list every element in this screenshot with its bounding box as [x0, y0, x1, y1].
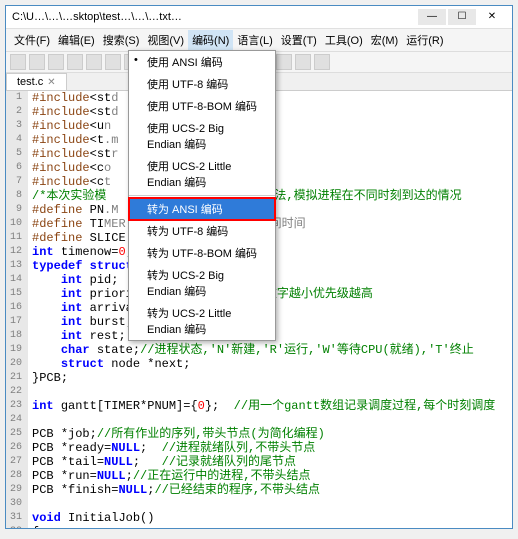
menu-item-label: 使用 ANSI 编码	[147, 57, 223, 69]
line-number: 12	[10, 245, 22, 259]
code-line[interactable]: char state;//进程状态,'N'新建,'R'运行,'W'等待CPU(就…	[32, 343, 512, 357]
code-line[interactable]: int gantt[TIMER*PNUM]={0}; //用一个gantt数组记…	[32, 399, 512, 413]
line-number: 10	[10, 217, 22, 231]
line-number: 22	[10, 385, 22, 399]
encoding-menu-item[interactable]: 转为 UCS-2 Big Endian 编码	[129, 264, 275, 302]
encoding-menu-item[interactable]: 使用 UCS-2 Little Endian 编码	[129, 155, 275, 193]
menu-item[interactable]: 编码(N)	[188, 30, 233, 50]
line-number: 15	[10, 287, 22, 301]
line-number: 4	[10, 133, 22, 147]
menu-item[interactable]: 宏(M)	[367, 30, 403, 50]
menu-item-label: 转为 UTF-8-BOM 编码	[147, 248, 257, 260]
line-number: 6	[10, 161, 22, 175]
menu-item[interactable]: 搜索(S)	[99, 30, 144, 50]
save-all-icon[interactable]	[67, 54, 83, 70]
encoding-menu-item[interactable]: 使用 UTF-8 编码	[129, 73, 275, 95]
encoding-menu-item[interactable]: 转为 UTF-8 编码	[129, 220, 275, 242]
save-icon[interactable]	[48, 54, 64, 70]
menu-item-label: 使用 UCS-2 Little Endian 编码	[147, 161, 231, 189]
line-number: 27	[10, 455, 22, 469]
menu-item[interactable]: 视图(V)	[143, 30, 188, 50]
macro-icon[interactable]	[276, 54, 292, 70]
code-line[interactable]: PCB *job;//所有作业的序列,带头节点(为简化编程)	[32, 427, 512, 441]
cut-icon[interactable]	[86, 54, 102, 70]
line-number: 8	[10, 189, 22, 203]
code-line[interactable]: {	[32, 525, 512, 528]
menu-item-label: 转为 ANSI 编码	[147, 204, 223, 216]
menu-item-label: 转为 UTF-8 编码	[147, 226, 228, 238]
line-number: 3	[10, 119, 22, 133]
line-number: 32	[10, 525, 22, 528]
line-number: 7	[10, 175, 22, 189]
code-line[interactable]: PCB *run=NULL;//正在运行中的进程,不带头结点	[32, 469, 512, 483]
menu-item[interactable]: 运行(R)	[402, 30, 447, 50]
code-line[interactable]: PCB *finish=NULL;//已经结束的程序,不带头结点	[32, 483, 512, 497]
close-button[interactable]: ✕	[478, 9, 506, 25]
line-number: 30	[10, 497, 22, 511]
menu-item[interactable]: 文件(F)	[10, 30, 54, 50]
code-line[interactable]	[32, 385, 512, 399]
menu-item[interactable]: 工具(O)	[321, 30, 367, 50]
code-line[interactable]: PCB *ready=NULL; //进程就绪队列,不带头节点	[32, 441, 512, 455]
menu-item[interactable]: 设置(T)	[277, 30, 321, 50]
menu-item-label: 转为 UCS-2 Big Endian 编码	[147, 270, 224, 298]
line-number: 14	[10, 273, 22, 287]
line-number: 11	[10, 231, 22, 245]
line-number: 26	[10, 441, 22, 455]
code-line[interactable]: PCB *tail=NULL; //记录就绪队列的尾节点	[32, 455, 512, 469]
menubar: 文件(F)编辑(E)搜索(S)视图(V)编码(N)语言(L)设置(T)工具(O)…	[6, 29, 512, 52]
minimize-button[interactable]: —	[418, 9, 446, 25]
line-number: 25	[10, 427, 22, 441]
line-number: 1	[10, 91, 22, 105]
line-number: 9	[10, 203, 22, 217]
code-line[interactable]	[32, 413, 512, 427]
encoding-menu-item[interactable]: 使用 ANSI 编码	[129, 51, 275, 73]
code-line[interactable]	[32, 497, 512, 511]
menu-item[interactable]: 语言(L)	[233, 30, 276, 50]
encoding-dropdown: 使用 ANSI 编码使用 UTF-8 编码使用 UTF-8-BOM 编码使用 U…	[128, 50, 276, 341]
record-icon[interactable]	[314, 54, 330, 70]
line-number: 16	[10, 301, 22, 315]
line-number: 18	[10, 329, 22, 343]
tab-close-icon[interactable]: ✕	[47, 77, 55, 88]
encoding-menu-item[interactable]: 转为 UCS-2 Little Endian 编码	[129, 302, 275, 340]
line-number: 21	[10, 371, 22, 385]
encoding-menu-item[interactable]: 使用 UCS-2 Big Endian 编码	[129, 117, 275, 155]
menu-item-label: 使用 UTF-8 编码	[147, 79, 228, 91]
line-number: 20	[10, 357, 22, 371]
open-file-icon[interactable]	[29, 54, 45, 70]
line-number: 31	[10, 511, 22, 525]
line-number: 28	[10, 469, 22, 483]
titlebar: C:\U…\…\…sktop\test…\…\…txt… — ☐ ✕	[6, 6, 512, 29]
menu-item-label: 使用 UCS-2 Big Endian 编码	[147, 123, 224, 151]
maximize-button[interactable]: ☐	[448, 9, 476, 25]
line-number: 23	[10, 399, 22, 413]
line-number: 5	[10, 147, 22, 161]
encoding-menu-item[interactable]: 转为 ANSI 编码	[129, 198, 275, 220]
menu-item[interactable]: 编辑(E)	[54, 30, 99, 50]
line-gutter: 1234567891011121314151617181920212223242…	[6, 91, 28, 528]
new-file-icon[interactable]	[10, 54, 26, 70]
window-title: C:\U…\…\…sktop\test…\…\…txt…	[12, 11, 418, 23]
line-number: 19	[10, 343, 22, 357]
tab-test-c[interactable]: test.c ✕	[6, 73, 67, 90]
line-number: 2	[10, 105, 22, 119]
encoding-menu-item[interactable]: 使用 UTF-8-BOM 编码	[129, 95, 275, 117]
line-number: 29	[10, 483, 22, 497]
line-number: 13	[10, 259, 22, 273]
menu-item-label: 转为 UCS-2 Little Endian 编码	[147, 308, 231, 336]
code-line[interactable]: }PCB;	[32, 371, 512, 385]
line-number: 17	[10, 315, 22, 329]
tab-label: test.c	[17, 76, 43, 88]
encoding-menu-item[interactable]: 转为 UTF-8-BOM 编码	[129, 242, 275, 264]
code-line[interactable]: void InitialJob()	[32, 511, 512, 525]
menu-separator	[129, 195, 275, 196]
line-number: 24	[10, 413, 22, 427]
menu-item-label: 使用 UTF-8-BOM 编码	[147, 101, 257, 113]
window-controls: — ☐ ✕	[418, 9, 506, 25]
play-icon[interactable]	[295, 54, 311, 70]
code-line[interactable]: struct node *next;	[32, 357, 512, 371]
copy-icon[interactable]	[105, 54, 121, 70]
